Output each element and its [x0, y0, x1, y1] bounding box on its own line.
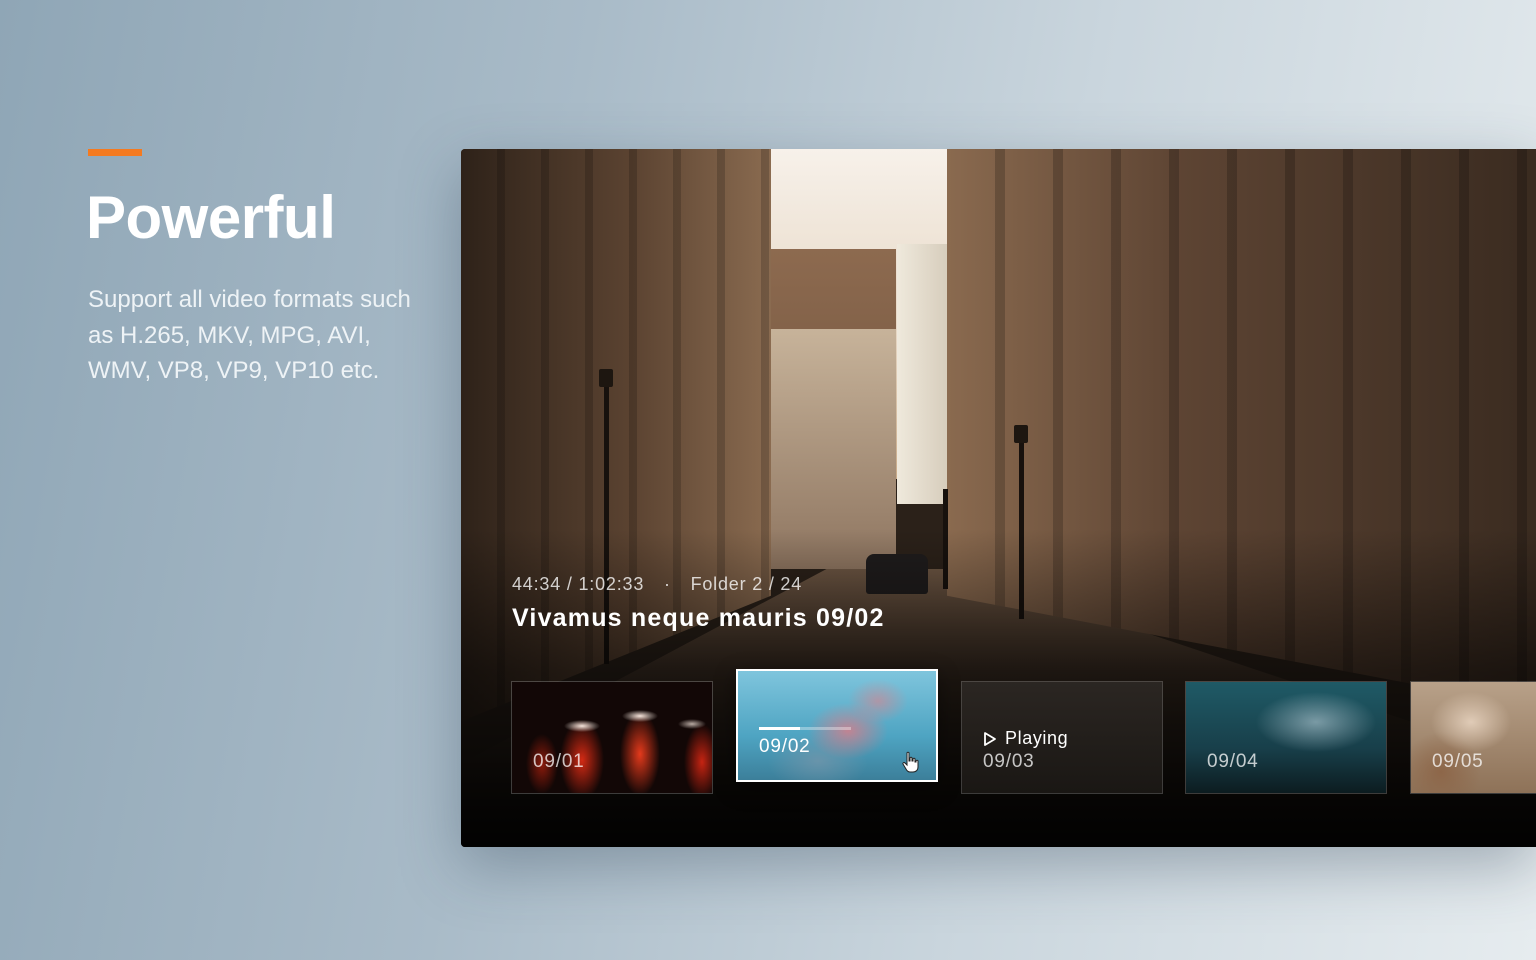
meta-dot: ·: [663, 574, 671, 594]
thumbnail-progress-fill: [759, 727, 801, 730]
playing-indicator: Playing: [983, 728, 1068, 749]
feature-title: Powerful: [86, 184, 336, 251]
thumbnail-image: [1186, 682, 1386, 793]
elapsed-time: 44:34: [512, 574, 562, 594]
thumbnail-label: 09/01: [533, 751, 585, 772]
video-player[interactable]: 44:34 / 1:02:33 · Folder 2 / 24 Vivamus …: [461, 149, 1536, 847]
thumbnail-item[interactable]: 09/04: [1185, 681, 1387, 794]
thumbnail-image: [512, 682, 712, 793]
accent-bar: [88, 149, 142, 156]
thumbnail-label: 09/03: [983, 751, 1035, 772]
scene-lamp-head: [599, 369, 613, 387]
thumbnail-label: 09/05: [1432, 751, 1484, 772]
thumbnail-item[interactable]: 09/05: [1410, 681, 1536, 794]
scene-glass-building: [897, 244, 949, 504]
thumbnail-image: [1411, 682, 1536, 793]
feature-description: Support all video formats such as H.265,…: [88, 286, 411, 384]
total-duration: 1:02:33: [578, 574, 645, 594]
scene-lamp-head: [1014, 425, 1028, 443]
thumbnail-label: 09/02: [759, 736, 811, 757]
hand-cursor-icon: [902, 751, 919, 773]
video-title: Vivamus neque mauris 09/02: [512, 604, 885, 632]
folder-label: Folder: [690, 574, 747, 594]
thumbnail-label: 09/04: [1207, 751, 1259, 772]
play-icon: [984, 731, 996, 746]
thumbnail-item-selected[interactable]: 09/02: [736, 669, 938, 782]
playback-meta: 44:34 / 1:02:33 · Folder 2 / 24: [512, 574, 802, 595]
time-separator: /: [566, 574, 573, 594]
thumbnail-progress-bar: [759, 727, 851, 730]
playing-status: Playing: [1005, 728, 1069, 748]
thumbnail-item-playing[interactable]: Playing 09/03: [961, 681, 1163, 794]
thumbnail-item[interactable]: 09/01: [511, 681, 713, 794]
folder-position: 2 / 24: [752, 574, 803, 594]
